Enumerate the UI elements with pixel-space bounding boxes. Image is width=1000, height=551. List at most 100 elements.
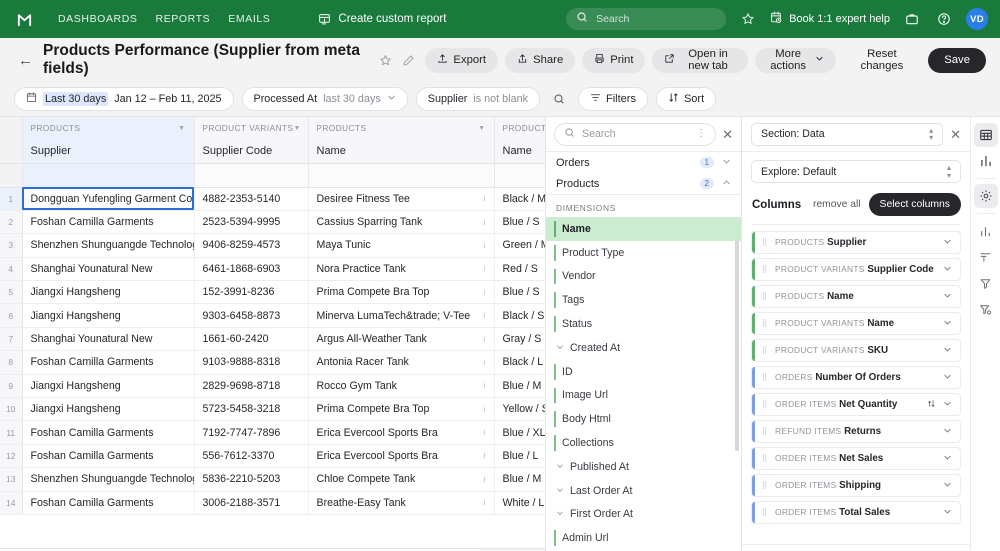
close-settings-panel-icon[interactable]: ✕ <box>950 128 961 141</box>
remove-all-button[interactable]: remove all <box>813 199 861 210</box>
cell-supplier-code[interactable]: 1661-60-2420 <box>194 327 308 350</box>
cell-variant-name[interactable]: Black / S <box>494 304 546 327</box>
drag-handle-icon[interactable]: ⣿ <box>762 268 770 272</box>
cell-supplier[interactable]: Foshan Camilla Garments <box>22 210 194 233</box>
chevron-down-icon[interactable] <box>943 399 952 410</box>
cell-supplier[interactable]: Shenzhen Shunguangde Technology <box>22 468 194 491</box>
cell-product-name[interactable]: Erica Evercool Sports Brai <box>308 444 494 467</box>
table-row[interactable]: 6Jiangxi Hangsheng9303-6458-8873Minerva … <box>0 304 546 327</box>
drag-handle-icon[interactable]: ⣿ <box>762 511 770 515</box>
cell-variant-name[interactable]: Blue / S <box>494 210 546 233</box>
dimension-item[interactable]: Product Type <box>546 241 741 265</box>
cell-supplier[interactable]: Foshan Camilla Garments <box>22 421 194 444</box>
cell-variant-name[interactable]: Yellow / S <box>494 398 546 421</box>
more-actions-button[interactable]: More actions <box>755 48 836 73</box>
table-row[interactable]: 2Foshan Camilla Garments2523-5394-9995Ca… <box>0 210 546 233</box>
star-outline-icon[interactable] <box>379 54 392 67</box>
cell-product-name[interactable]: Prima Compete Bra Topi <box>308 398 494 421</box>
group-header-product-variants-2[interactable]: PRODUCT V <box>494 117 546 139</box>
chevron-down-icon[interactable] <box>943 507 952 518</box>
info-icon[interactable]: i <box>483 311 485 320</box>
dimension-item[interactable]: First Order At <box>546 503 741 527</box>
info-icon[interactable]: i <box>483 241 485 250</box>
cell-supplier-code[interactable]: 7192-7747-7896 <box>194 421 308 444</box>
edit-pencil-icon[interactable] <box>402 54 415 67</box>
gear-icon[interactable] <box>974 184 998 208</box>
table-row[interactable]: 1Dongguan Yufengling Garment Co.4882-235… <box>0 187 546 210</box>
table-row[interactable]: 7Shanghai Younatural New1661-60-2420Argu… <box>0 327 546 350</box>
save-button[interactable]: Save <box>928 48 986 73</box>
cell-supplier[interactable]: Shanghai Younatural New <box>22 257 194 280</box>
cell-supplier[interactable]: Jiangxi Hangsheng <box>22 398 194 421</box>
drag-handle-icon[interactable]: ⣿ <box>762 430 770 434</box>
filter-settings-icon[interactable] <box>974 297 998 321</box>
cell-product-name[interactable]: Antonia Racer Tanki <box>308 351 494 374</box>
cell-supplier[interactable]: Foshan Camilla Garments <box>22 491 194 514</box>
drag-handle-icon[interactable]: ⣿ <box>762 376 770 380</box>
nav-reports[interactable]: REPORTS <box>156 13 211 25</box>
processed-at-chip[interactable]: Processed At last 30 days <box>242 87 408 111</box>
chevron-down-icon[interactable] <box>943 480 952 491</box>
info-icon[interactable]: i <box>483 381 485 390</box>
column-item[interactable]: ⣿PRODUCTS Supplier <box>751 231 961 254</box>
table-row[interactable]: 5Jiangxi Hangsheng152-3991-8236Prima Com… <box>0 281 546 304</box>
drag-handle-icon[interactable]: ⣿ <box>762 457 770 461</box>
filter-icon[interactable] <box>974 271 998 295</box>
table-row[interactable]: 11Foshan Camilla Garments7192-7747-7896E… <box>0 421 546 444</box>
cell-variant-name[interactable]: Blue / S <box>494 281 546 304</box>
dimension-item[interactable]: Tags <box>546 288 741 312</box>
cell-supplier-code[interactable]: 9406-8259-4573 <box>194 234 308 257</box>
cell-supplier[interactable]: Shanghai Younatural New <box>22 327 194 350</box>
column-header-supplier[interactable]: Supplier <box>22 139 194 163</box>
cell-supplier[interactable]: Jiangxi Hangsheng <box>22 304 194 327</box>
chevron-down-icon[interactable] <box>943 453 952 464</box>
column-item[interactable]: ⣿REFUND ITEMS Returns <box>751 420 961 443</box>
group-header-product-variants[interactable]: PRODUCT VARIANTS ▼ <box>194 117 308 139</box>
briefcase-icon[interactable] <box>902 9 922 29</box>
cell-supplier-code[interactable]: 556-7612-3370 <box>194 444 308 467</box>
print-button[interactable]: Print <box>582 48 645 73</box>
cell-variant-name[interactable]: Blue / M <box>494 468 546 491</box>
cell-supplier[interactable]: Foshan Camilla Garments <box>22 351 194 374</box>
dimension-item[interactable]: Name <box>546 217 741 241</box>
cell-supplier-code[interactable]: 9303-6458-8873 <box>194 304 308 327</box>
dimension-item[interactable]: Status <box>546 312 741 336</box>
table-row[interactable]: 8Foshan Camilla Garments9103-9888-8318An… <box>0 351 546 374</box>
dimensions-search-input[interactable]: Search ⋮ <box>554 123 716 146</box>
info-icon[interactable]: i <box>483 428 485 437</box>
chart-small-icon[interactable] <box>974 219 998 243</box>
group-header-products-name[interactable]: PRODUCTS ▼ <box>308 117 494 139</box>
info-icon[interactable]: i <box>483 451 485 460</box>
dimension-item[interactable]: Collections <box>546 431 741 455</box>
table-row[interactable]: 4Shanghai Younatural New6461-1868-6903No… <box>0 257 546 280</box>
table-row[interactable]: 10Jiangxi Hangsheng5723-5458-3218Prima C… <box>0 398 546 421</box>
drag-handle-icon[interactable]: ⣿ <box>762 349 770 353</box>
sort-indicator-icon[interactable] <box>927 399 936 410</box>
cell-supplier[interactable]: Jiangxi Hangsheng <box>22 374 194 397</box>
help-circle-icon[interactable] <box>934 9 954 29</box>
explore-select[interactable]: Explore: Default ▴▾ <box>751 160 961 183</box>
dimension-item[interactable]: ID <box>546 360 741 384</box>
cell-variant-name[interactable]: Black / L <box>494 351 546 374</box>
cell-supplier[interactable]: Shenzhen Shunguangde Technology <box>22 234 194 257</box>
column-item[interactable]: ⣿ORDER ITEMS Net Sales <box>751 447 961 470</box>
close-dimensions-panel-icon[interactable]: ✕ <box>722 128 733 141</box>
filter-search-icon[interactable] <box>548 88 570 110</box>
column-header-supplier-code[interactable]: Supplier Code <box>194 139 308 163</box>
drag-handle-icon[interactable]: ⣿ <box>762 241 770 245</box>
section-select[interactable]: Section: Data ▴▾ <box>751 123 943 146</box>
column-item[interactable]: ⣿ORDER ITEMS Total Sales <box>751 501 961 524</box>
table-row[interactable]: 13Shenzhen Shunguangde Technology5836-22… <box>0 468 546 491</box>
chevron-down-icon[interactable] <box>943 264 952 275</box>
cell-variant-name[interactable]: White / L <box>494 491 546 514</box>
supplier-filter-chip[interactable]: Supplier is not blank <box>416 87 540 111</box>
kebab-menu-icon[interactable]: ⋮ <box>696 129 706 139</box>
cell-product-name[interactable]: Argus All-Weather Tanki <box>308 327 494 350</box>
group-header-products-supplier[interactable]: PRODUCTS ▼ <box>22 117 194 139</box>
info-icon[interactable]: i <box>483 264 485 273</box>
drag-handle-icon[interactable]: ⣿ <box>762 322 770 326</box>
info-icon[interactable]: i <box>483 475 485 484</box>
cell-variant-name[interactable]: Blue / XL <box>494 421 546 444</box>
dimension-group-orders[interactable]: Orders 1 <box>546 152 741 173</box>
table-icon[interactable] <box>974 123 998 147</box>
